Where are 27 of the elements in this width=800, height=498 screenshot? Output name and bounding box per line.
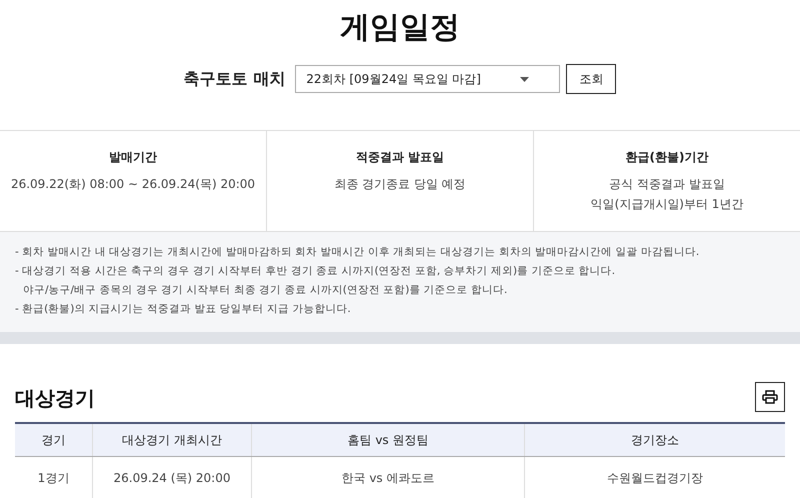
info-heading: 발매기간: [108, 149, 158, 166]
round-select[interactable]: 22회차 [09월24일 목요일 마감]: [295, 65, 560, 93]
info-text: 익일(지급개시일)부터 1년간: [590, 196, 744, 213]
print-button[interactable]: [755, 382, 785, 412]
table-cell: 수원월드컵경기장: [524, 456, 785, 498]
info-text: 공식 적중결과 발표일: [608, 176, 726, 193]
column-header: 경기: [15, 423, 92, 456]
table-cell: 한국 vs 에콰도르: [252, 456, 524, 498]
column-header: 홈팀 vs 원정팀: [252, 423, 524, 456]
info-heading: 적중결과 발표일: [354, 149, 446, 166]
column-header: 대상경기 개최시간: [92, 423, 252, 456]
table-cell: 26.09.24 (목) 20:00: [92, 456, 252, 498]
info-text: 최종 경기종료 당일 예정: [333, 176, 467, 193]
note-text: - 회차 발매시간 내 대상경기는 개최시간에 발매마감하되 회차 발매시간 이후 개최되는 대상경기는 회차의 발매마감시간에 일괄 마감됩니다.: [15, 245, 700, 260]
search-button[interactable]: 조회: [566, 64, 616, 94]
match-type-label: 축구토토 매치: [184, 68, 286, 90]
section-title: 대상경기: [15, 385, 95, 412]
table-cell: 1경기: [15, 456, 92, 498]
note-text: 야구/농구/배구 종목의 경우 경기 시작부터 최종 경기 종료 시까지(연장전 포함)를 기준으로 합니다.: [22, 283, 508, 298]
info-text: 26.09.22(화) 08:00 ~ 26.09.24(목) 20:00: [10, 176, 256, 193]
page-title: 게임일정: [339, 9, 461, 47]
column-header: 경기장소: [524, 423, 785, 456]
note-text: - 대상경기 적용 시간은 축구의 경우 경기 시작부터 후반 경기 종료 시까지(연장전 포함, 승부차기 제외)를 기준으로 합니다.: [15, 264, 616, 279]
printer-icon: [762, 390, 778, 404]
info-heading: 환급(환불)기간: [624, 149, 710, 166]
caret-icon: [520, 76, 530, 82]
note-text: - 환급(환불)의 지급시기는 적중결과 발표 당일부터 지급 가능합니다.: [15, 302, 352, 317]
